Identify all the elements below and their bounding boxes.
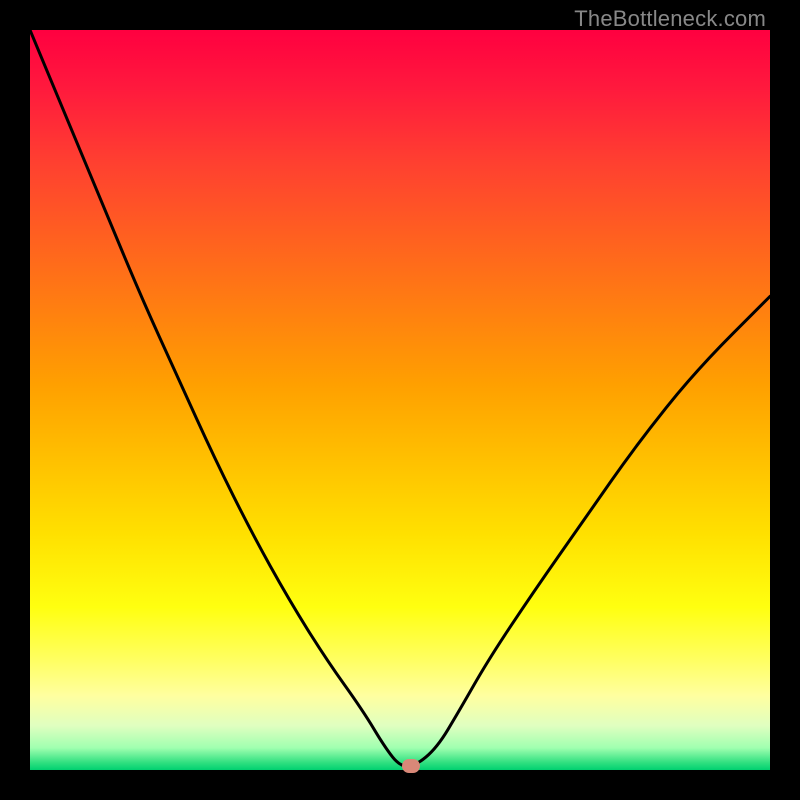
watermark-text: TheBottleneck.com bbox=[574, 6, 766, 32]
plot-area bbox=[30, 30, 770, 770]
chart-container: TheBottleneck.com bbox=[0, 0, 800, 800]
bottleneck-curve bbox=[30, 30, 770, 770]
optimal-point-marker bbox=[402, 759, 420, 773]
